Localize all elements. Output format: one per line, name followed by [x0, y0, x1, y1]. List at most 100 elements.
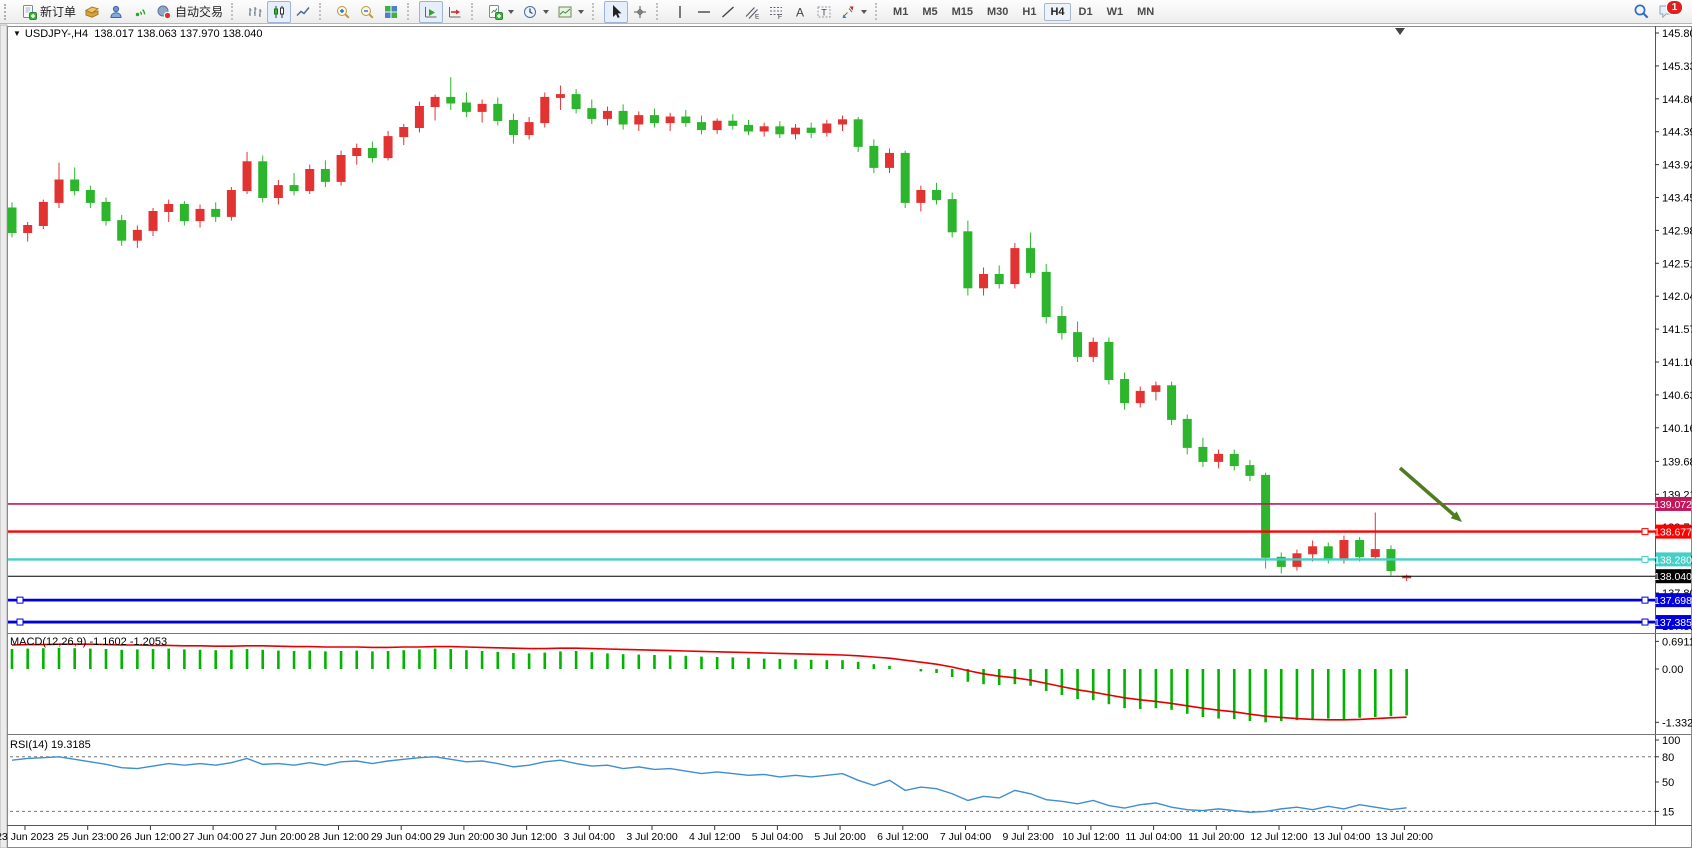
- timeframe-M15[interactable]: M15: [946, 3, 979, 21]
- candle-body: [917, 191, 925, 203]
- crosshair-button[interactable]: [628, 1, 652, 23]
- price-tick-label: 143.450: [1662, 193, 1692, 205]
- candle-body: [1309, 547, 1317, 554]
- candle-body: [556, 95, 564, 98]
- templates-button[interactable]: [553, 1, 588, 23]
- vertical-line-button[interactable]: [668, 1, 692, 23]
- candle-body: [807, 128, 815, 132]
- trendline-button[interactable]: [716, 1, 740, 23]
- notifications-button[interactable]: 1: [1654, 1, 1680, 23]
- candle-body: [102, 202, 110, 220]
- fibonacci-button[interactable]: F: [764, 1, 788, 23]
- hline-138.677[interactable]: [4, 529, 1655, 535]
- equidistant-channel-button[interactable]: E: [740, 1, 764, 23]
- price-tick-label: 141.570: [1662, 324, 1692, 336]
- timeframe-MN[interactable]: MN: [1131, 3, 1160, 21]
- toolbar-separator: [592, 3, 600, 20]
- price-tick-label: 144.390: [1662, 127, 1692, 139]
- hline-137.385[interactable]: [4, 619, 1655, 625]
- chart-line-button[interactable]: [291, 1, 315, 23]
- timeframe-M5[interactable]: M5: [916, 3, 943, 21]
- timeframe-H1[interactable]: H1: [1016, 3, 1042, 21]
- line-handle[interactable]: [1642, 597, 1648, 603]
- dropdown-caret-icon: [543, 10, 549, 14]
- candle-body: [572, 95, 580, 109]
- candle-body: [321, 170, 329, 182]
- candle-body: [823, 124, 831, 132]
- candle-body: [1199, 447, 1207, 461]
- cursor-button[interactable]: [604, 1, 628, 23]
- toolbar-grip[interactable]: [4, 4, 13, 20]
- macd-signal-line: [12, 644, 1407, 720]
- candle-body: [400, 128, 408, 137]
- candle-body: [1089, 342, 1097, 356]
- candle-body: [306, 170, 314, 191]
- chart-bars-button[interactable]: [243, 1, 267, 23]
- chart-shift-button[interactable]: [443, 1, 467, 23]
- timeframe-D1[interactable]: D1: [1073, 3, 1099, 21]
- time-tick-label: 3 Jul 20:00: [626, 831, 678, 843]
- horizontal-line-button[interactable]: [692, 1, 716, 23]
- svg-text:137.385: 137.385: [1654, 617, 1692, 629]
- chart-menu-marker-icon[interactable]: ▼: [13, 29, 21, 38]
- line-handle[interactable]: [1642, 619, 1648, 625]
- text-label-button[interactable]: T: [812, 1, 836, 23]
- candle-body: [274, 186, 282, 198]
- timeframe-H4[interactable]: H4: [1044, 3, 1070, 21]
- candle-body: [149, 212, 157, 231]
- shift-end-marker-icon[interactable]: [1395, 28, 1405, 35]
- left-gutter[interactable]: [0, 25, 7, 848]
- chart-candles-button[interactable]: [267, 1, 291, 23]
- candle-body: [541, 97, 549, 122]
- line-handle[interactable]: [17, 597, 23, 603]
- toolbar-separator: [471, 3, 479, 20]
- timeframe-W1[interactable]: W1: [1101, 3, 1130, 21]
- autotrading-button[interactable]: 自动交易: [152, 1, 227, 23]
- candle-body: [384, 137, 392, 158]
- timeframe-M1[interactable]: M1: [887, 3, 914, 21]
- timeframe-M30[interactable]: M30: [981, 3, 1014, 21]
- time-tick-label: 12 Jul 12:00: [1250, 831, 1307, 843]
- gold-icon: [84, 4, 100, 20]
- svg-text:138.040: 138.040: [1654, 571, 1692, 583]
- candle-body: [1246, 466, 1254, 476]
- candle-body: [948, 200, 956, 232]
- arrows-button[interactable]: [836, 1, 871, 23]
- time-tick-label: 28 Jun 12:00: [308, 831, 369, 843]
- hline-138.280[interactable]: [4, 556, 1655, 562]
- line-handle[interactable]: [17, 619, 23, 625]
- time-tick-label: 23 Jun 2023: [0, 831, 54, 843]
- market-watch-button[interactable]: [80, 1, 104, 23]
- price-tick-label: 144.860: [1662, 94, 1692, 106]
- dropdown-caret-icon: [578, 10, 584, 14]
- candle-body: [478, 104, 486, 111]
- dropdown-caret-icon: [861, 10, 867, 14]
- indicators-button[interactable]: [483, 1, 518, 23]
- hline-137.698[interactable]: [4, 597, 1655, 603]
- line-handle[interactable]: [1642, 556, 1648, 562]
- arrow-annotation[interactable]: [1400, 468, 1462, 522]
- autoscroll-button[interactable]: [419, 1, 443, 23]
- price-tick-label: 140.630: [1662, 390, 1692, 402]
- text-button[interactable]: A: [788, 1, 812, 23]
- chart-title: ▼USDJPY-,H4 138.017 138.063 137.970 138.…: [13, 28, 262, 40]
- candle-body: [792, 128, 800, 134]
- zoom-out-button[interactable]: [355, 1, 379, 23]
- dropdown-caret-icon: [508, 10, 514, 14]
- signals-button[interactable]: [128, 1, 152, 23]
- tile-windows-button[interactable]: [379, 1, 403, 23]
- macd-axis-label: 0.6911: [1662, 636, 1692, 648]
- zoom-in-button[interactable]: [331, 1, 355, 23]
- candle-body: [933, 191, 941, 200]
- chart-canvas[interactable]: 145.800145.330144.860144.390143.920143.4…: [0, 0, 1692, 848]
- line-handle[interactable]: [1642, 529, 1648, 535]
- crosshair-icon: [632, 4, 648, 20]
- strategy-tester-button[interactable]: [104, 1, 128, 23]
- periods-button[interactable]: [518, 1, 553, 23]
- search-button[interactable]: [1629, 1, 1654, 23]
- rsi-axis-label: 50: [1662, 777, 1674, 789]
- new-order-button[interactable]: 新订单: [17, 1, 80, 23]
- line-chart-icon: [295, 4, 311, 20]
- channel-icon: E: [744, 4, 760, 20]
- tile-windows-icon: [383, 4, 399, 20]
